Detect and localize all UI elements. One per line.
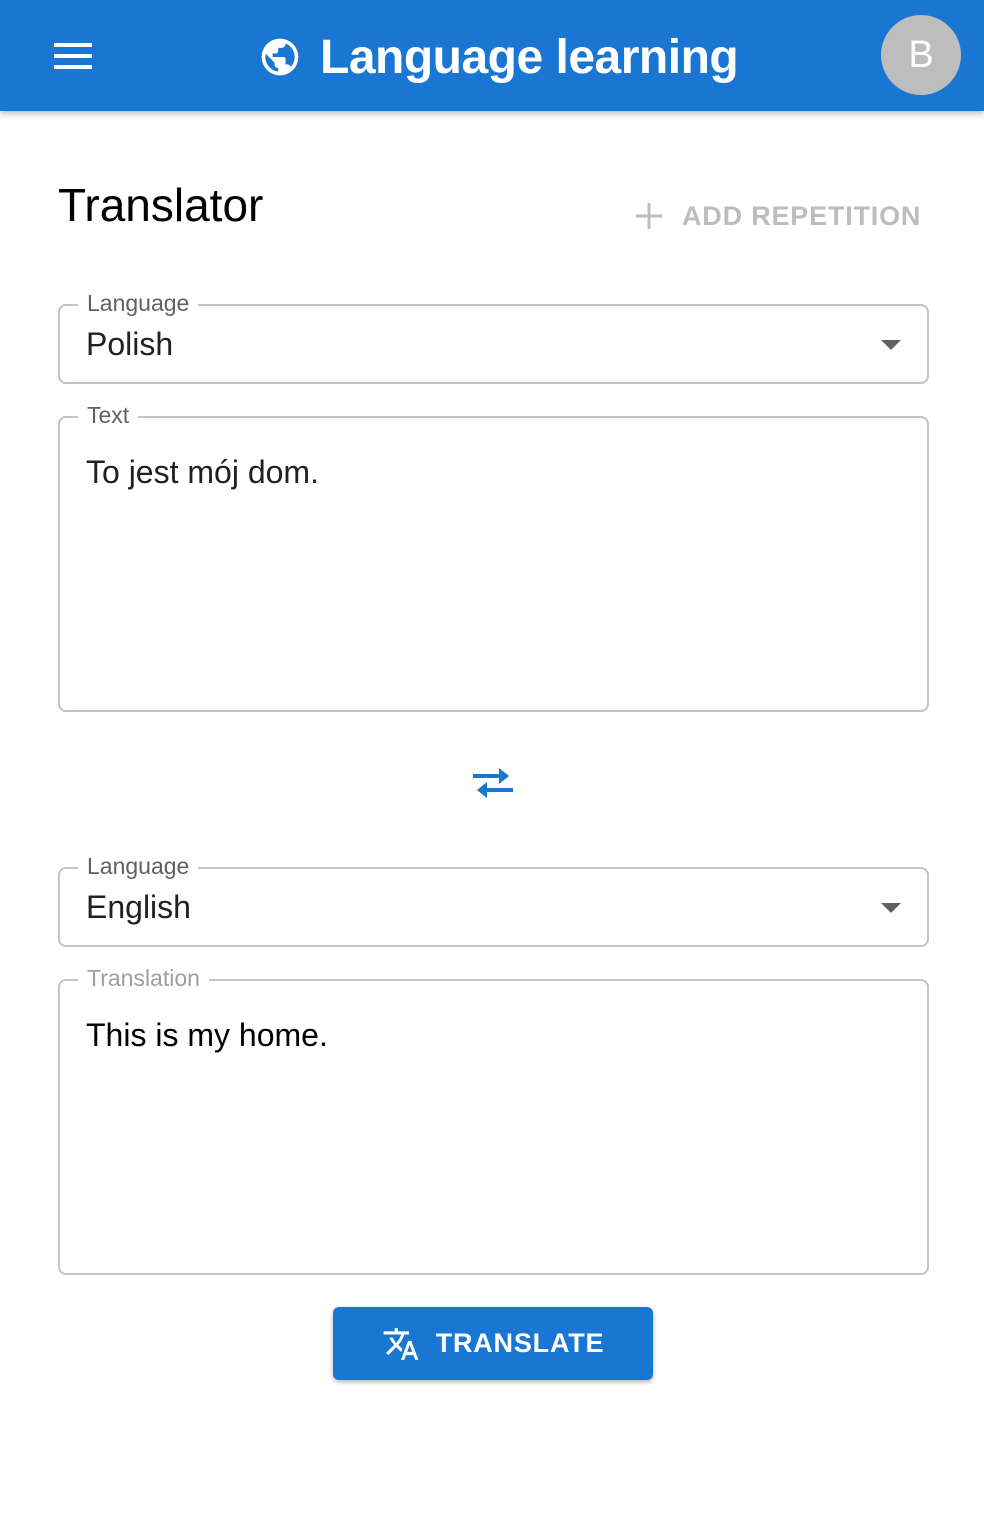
source-language-label: Language: [78, 288, 199, 318]
swap-icon: [473, 768, 513, 798]
app-bar: Language learning B: [0, 0, 984, 111]
app-brand: Language learning: [258, 22, 739, 92]
target-language-value: English: [86, 889, 191, 925]
swap-languages-button[interactable]: [462, 752, 524, 814]
translation-label: Translation: [78, 963, 209, 993]
source-language-select[interactable]: Language Polish: [58, 288, 929, 384]
source-language-value: Polish: [86, 326, 174, 362]
dropdown-arrow-icon: [881, 903, 901, 913]
avatar[interactable]: B: [881, 15, 961, 95]
add-repetition-button[interactable]: ADD REPETITION: [626, 190, 931, 242]
page-title: Translator: [58, 179, 264, 231]
target-language-select[interactable]: Language English: [58, 851, 929, 947]
translation-field[interactable]: Translation This is my home.: [58, 963, 929, 1275]
source-text-value: To jest mój dom.: [86, 454, 319, 490]
globe-icon: [261, 38, 299, 76]
add-repetition-label: ADD REPETITION: [682, 200, 922, 231]
source-text-label: Text: [78, 400, 139, 430]
translate-button-label: TRANSLATE: [435, 1328, 605, 1358]
plus-icon: [636, 203, 662, 229]
translation-value: This is my home.: [86, 1017, 328, 1053]
menu-icon: [54, 43, 92, 69]
app-title: Language learning: [320, 30, 739, 84]
dropdown-arrow-icon: [881, 340, 901, 350]
menu-button[interactable]: [38, 24, 108, 88]
translate-icon: [382, 1325, 420, 1363]
avatar-initial: B: [908, 33, 934, 76]
source-text-field[interactable]: Text To jest mój dom.: [58, 400, 929, 712]
translate-button[interactable]: TRANSLATE: [333, 1307, 653, 1380]
target-language-label: Language: [78, 851, 199, 881]
